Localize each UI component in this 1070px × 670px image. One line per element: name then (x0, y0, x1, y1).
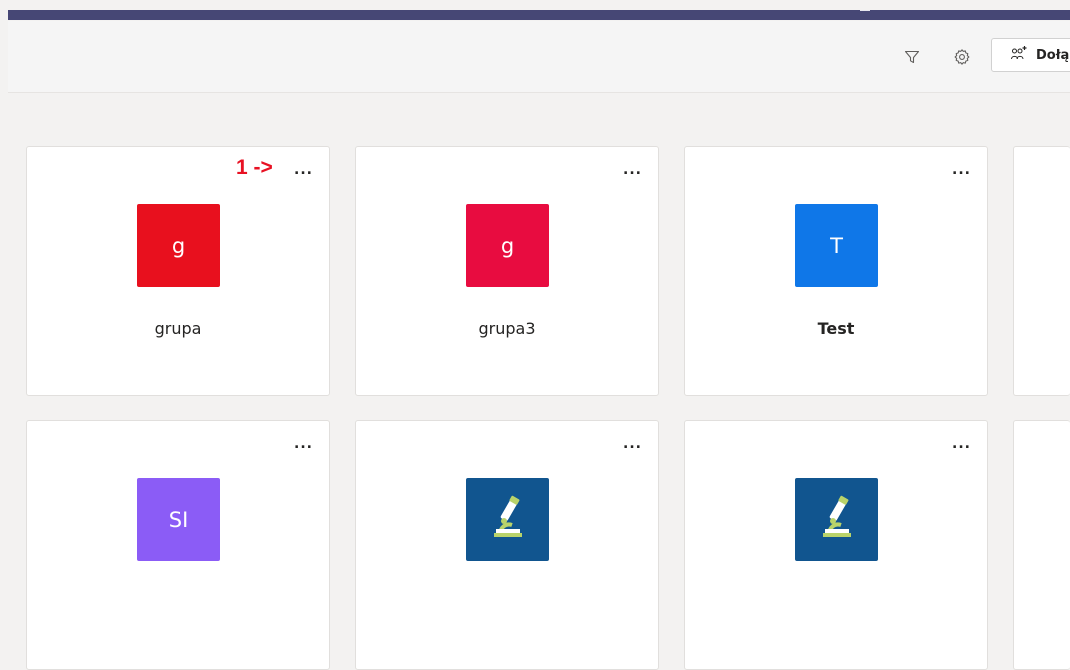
team-card[interactable]: ... g grupa3 (355, 146, 659, 396)
more-options-button[interactable]: ... (294, 437, 313, 451)
team-card[interactable]: ... g grupa (26, 146, 330, 396)
team-card[interactable]: ... T Test (684, 146, 988, 396)
team-avatar-microscope (795, 478, 878, 561)
more-options-button[interactable]: ... (623, 437, 642, 451)
join-button-label: Dołą (1036, 47, 1070, 63)
team-initial: T (830, 233, 843, 258)
team-initial: g (171, 233, 186, 258)
title-bar-stripe (8, 10, 1070, 20)
team-avatar: T (795, 204, 878, 287)
team-avatar-microscope (466, 478, 549, 561)
team-card[interactable]: ... (684, 420, 988, 670)
team-initial: g (500, 233, 515, 258)
more-options-button[interactable]: ... (952, 163, 971, 177)
filter-icon[interactable] (900, 45, 924, 69)
join-create-team-button[interactable]: Dołą (991, 38, 1070, 72)
team-avatar: g (137, 204, 220, 287)
microscope-icon (488, 495, 528, 544)
team-card-partial[interactable] (1013, 146, 1070, 396)
people-add-icon (1010, 45, 1028, 65)
team-avatar: SI (137, 478, 220, 561)
team-name: grupa (154, 319, 202, 338)
more-options-button[interactable]: ... (294, 163, 313, 177)
team-card-partial[interactable] (1013, 420, 1070, 670)
more-options-button[interactable]: ... (623, 163, 642, 177)
app-top-bar (0, 0, 1070, 21)
title-bar-divider (860, 10, 870, 11)
team-card[interactable]: ... (355, 420, 659, 670)
team-initial: SI (168, 507, 189, 532)
team-name: grupa3 (478, 319, 536, 338)
team-avatar: g (466, 204, 549, 287)
team-name: Test (817, 319, 855, 338)
team-card[interactable]: ... SI (26, 420, 330, 670)
gear-icon[interactable] (950, 45, 974, 69)
microscope-icon (817, 495, 857, 544)
annotation-marker: 1 -> (236, 156, 273, 179)
more-options-button[interactable]: ... (952, 437, 971, 451)
